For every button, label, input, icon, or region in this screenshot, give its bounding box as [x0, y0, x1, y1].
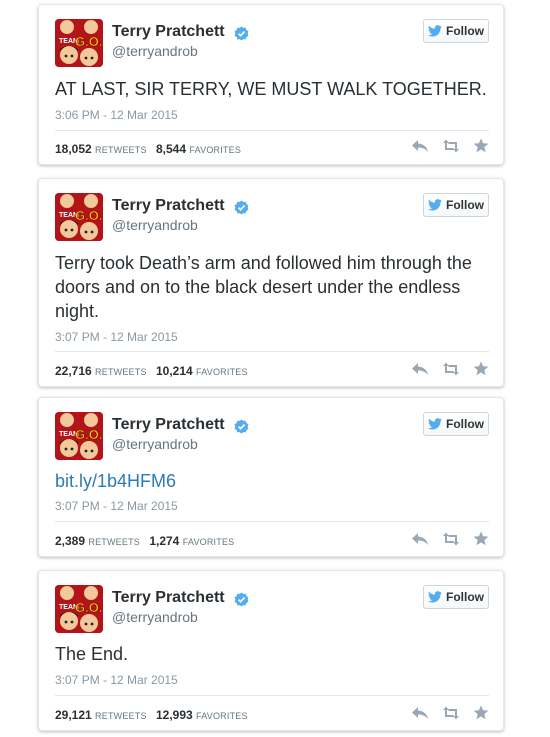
tweet-stats: 22,716 RETWEETS 10,214 FAVORITES: [55, 364, 254, 378]
favorite-icon[interactable]: [473, 361, 489, 376]
avatar[interactable]: TEAM G.O.: [55, 585, 103, 633]
logo-text-b: G.O.: [75, 208, 102, 223]
follow-button[interactable]: Follow: [423, 412, 489, 436]
divider: [55, 521, 489, 522]
follow-button[interactable]: Follow: [423, 193, 489, 217]
avatar[interactable]: TEAM G.O.: [55, 19, 103, 67]
logo-text-b: G.O.: [75, 427, 102, 442]
twitter-bird-icon: [428, 199, 442, 211]
follow-label: Follow: [446, 24, 484, 38]
reply-icon[interactable]: [411, 532, 429, 546]
favorites-label: FAVORITES: [189, 145, 242, 155]
avatar[interactable]: TEAM G.O.: [55, 412, 103, 460]
display-name[interactable]: Terry Pratchett: [112, 197, 225, 215]
handle[interactable]: @terryandrob: [112, 436, 198, 452]
tweet-stats: 29,121 RETWEETS 12,993 FAVORITES: [55, 708, 254, 722]
retweet-icon[interactable]: [441, 139, 461, 153]
retweet-count[interactable]: 22,716: [55, 364, 92, 378]
retweets-label: RETWEETS: [95, 145, 147, 155]
favorite-count[interactable]: 1,274: [149, 534, 179, 548]
tweet-actions: [411, 361, 489, 376]
verified-badge-icon: [234, 592, 249, 607]
handle[interactable]: @terryandrob: [112, 217, 198, 233]
favorite-count[interactable]: 8,544: [156, 142, 186, 156]
favorites-label: FAVORITES: [182, 537, 235, 547]
twitter-bird-icon: [428, 25, 442, 37]
timestamp[interactable]: 3:07 PM - 12 Mar 2015: [55, 499, 178, 513]
tweet-card: TEAM G.O. Terry Pratchett @terryandrob F…: [38, 397, 504, 557]
team-go-logo: TEAM G.O.: [55, 585, 103, 633]
tweet-actions: [411, 531, 489, 546]
display-name[interactable]: Terry Pratchett: [112, 589, 225, 607]
timestamp[interactable]: 3:06 PM - 12 Mar 2015: [55, 108, 178, 122]
tweet-card: TEAM G.O. Terry Pratchett @terryandrob F…: [38, 178, 504, 387]
tweet-stats: 2,389 RETWEETS 1,274 FAVORITES: [55, 534, 240, 548]
tweet-text: Terry took Death’s arm and followed him …: [55, 253, 472, 321]
logo-text-b: G.O.: [75, 34, 102, 49]
follow-label: Follow: [446, 198, 484, 212]
favorite-icon[interactable]: [473, 531, 489, 546]
favorite-count[interactable]: 12,993: [156, 708, 193, 722]
retweets-label: RETWEETS: [95, 711, 147, 721]
twitter-bird-icon: [428, 418, 442, 430]
tweet-card: TEAM G.O. Terry Pratchett @terryandrob F…: [38, 570, 504, 731]
handle[interactable]: @terryandrob: [112, 609, 198, 625]
avatar[interactable]: TEAM G.O.: [55, 193, 103, 241]
follow-label: Follow: [446, 590, 484, 604]
retweet-count[interactable]: 2,389: [55, 534, 85, 548]
tweet-stats: 18,052 RETWEETS 8,544 FAVORITES: [55, 142, 247, 156]
retweet-icon[interactable]: [441, 362, 461, 376]
twitter-bird-icon: [428, 591, 442, 603]
retweets-label: RETWEETS: [88, 537, 140, 547]
display-name[interactable]: Terry Pratchett: [112, 416, 225, 434]
favorite-icon[interactable]: [473, 138, 489, 153]
retweet-icon[interactable]: [441, 706, 461, 720]
reply-icon[interactable]: [411, 706, 429, 720]
favorites-label: FAVORITES: [196, 711, 248, 721]
favorites-label: FAVORITES: [196, 367, 248, 377]
display-name[interactable]: Terry Pratchett: [112, 23, 225, 41]
divider: [55, 130, 489, 131]
favorite-icon[interactable]: [473, 705, 489, 720]
retweet-count[interactable]: 29,121: [55, 708, 92, 722]
team-go-logo: TEAM G.O.: [55, 193, 103, 241]
verified-badge-icon: [234, 419, 249, 434]
retweet-icon[interactable]: [441, 532, 461, 546]
tweet-card: TEAM G.O. Terry Pratchett @terryandrob F…: [38, 4, 504, 165]
tweet-actions: [411, 138, 489, 153]
retweets-label: RETWEETS: [95, 367, 147, 377]
divider: [55, 351, 489, 352]
follow-button[interactable]: Follow: [423, 585, 489, 609]
verified-badge-icon: [234, 26, 249, 41]
team-go-logo: TEAM G.O.: [55, 412, 103, 460]
verified-badge-icon: [234, 200, 249, 215]
follow-button[interactable]: Follow: [423, 19, 489, 43]
reply-icon[interactable]: [411, 139, 429, 153]
team-go-logo: TEAM G.O.: [55, 19, 103, 67]
tweet-text: The End.: [55, 644, 129, 664]
divider: [55, 695, 489, 696]
retweet-count[interactable]: 18,052: [55, 142, 92, 156]
logo-text-b: G.O.: [75, 600, 102, 615]
handle[interactable]: @terryandrob: [112, 43, 198, 59]
favorite-count[interactable]: 10,214: [156, 364, 193, 378]
follow-label: Follow: [446, 417, 484, 431]
timestamp[interactable]: 3:07 PM - 12 Mar 2015: [55, 330, 178, 344]
tweet-text: AT LAST, SIR TERRY, WE MUST WALK TOGETHE…: [55, 79, 487, 99]
tweet-actions: [411, 705, 489, 720]
reply-icon[interactable]: [411, 362, 429, 376]
tweet-link[interactable]: bit.ly/1b4HFM6: [55, 469, 489, 493]
timestamp[interactable]: 3:07 PM - 12 Mar 2015: [55, 673, 178, 687]
